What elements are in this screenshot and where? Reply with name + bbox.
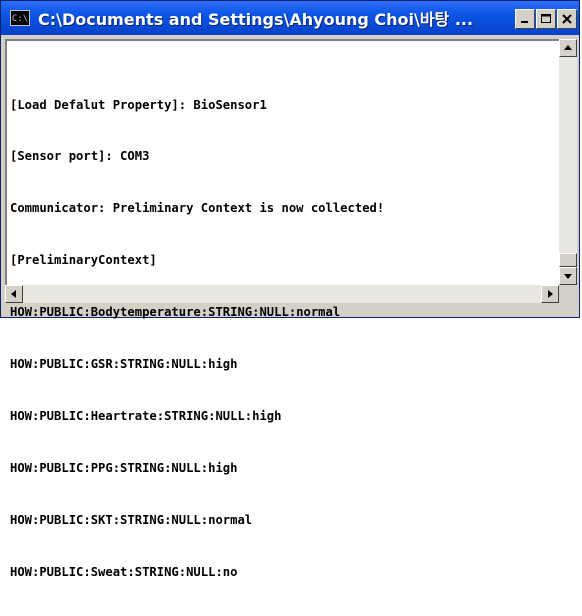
arrow-right-icon bbox=[548, 290, 553, 298]
console-line: HOW:PUBLIC:Bodytemperature:STRING:NULL:n… bbox=[10, 305, 341, 320]
console-line: HOW:PUBLIC:SKT:STRING:NULL:normal bbox=[10, 512, 253, 527]
console-line: HOW:PUBLIC:PPG:STRING:NULL:high bbox=[10, 460, 238, 475]
maximize-button[interactable] bbox=[536, 9, 556, 29]
arrow-up-icon bbox=[564, 45, 572, 50]
horizontal-scrollbar[interactable] bbox=[5, 285, 559, 303]
minimize-icon bbox=[521, 21, 528, 23]
console-line: [PreliminaryContext] bbox=[10, 253, 157, 268]
close-button[interactable] bbox=[557, 9, 577, 29]
vertical-scroll-thumb[interactable] bbox=[559, 253, 577, 267]
arrow-down-icon bbox=[564, 274, 572, 279]
minimize-button[interactable] bbox=[515, 9, 535, 29]
vertical-scrollbar[interactable] bbox=[559, 39, 577, 285]
console-lines: [Load Defalut Property]: BioSensor1 [Sen… bbox=[10, 62, 384, 616]
scroll-left-button[interactable] bbox=[5, 285, 23, 303]
arrow-left-icon bbox=[11, 290, 16, 298]
console-app-icon[interactable]: C:\ bbox=[10, 10, 30, 26]
console-line: HOW:PUBLIC:GSR:STRING:NULL:high bbox=[10, 357, 238, 372]
scrollbar-corner bbox=[559, 285, 577, 303]
console-line: Communicator: Preliminary Context is now… bbox=[10, 201, 385, 216]
console-output[interactable]: [Load Defalut Property]: BioSensor1 [Sen… bbox=[5, 39, 559, 579]
scroll-up-button[interactable] bbox=[559, 39, 577, 57]
scroll-down-button[interactable] bbox=[559, 267, 577, 285]
console-line: HOW:PUBLIC:Sweat:STRING:NULL:no bbox=[10, 564, 238, 579]
console-line: [Load Defalut Property]: BioSensor1 bbox=[10, 97, 267, 112]
console-line: [Sensor port]: COM3 bbox=[10, 149, 150, 164]
close-icon bbox=[562, 14, 572, 24]
console-text-area[interactable]: [Load Defalut Property]: BioSensor1 [Sen… bbox=[5, 39, 559, 579]
title-bar[interactable]: C:\ C:\Documents and Settings\Ahyoung Ch… bbox=[1, 1, 579, 35]
scroll-right-button[interactable] bbox=[541, 285, 559, 303]
window-title: C:\Documents and Settings\Ahyoung Choi\바… bbox=[38, 10, 474, 29]
console-window: C:\ C:\Documents and Settings\Ahyoung Ch… bbox=[0, 0, 580, 579]
maximize-icon bbox=[541, 14, 551, 23]
console-line: HOW:PUBLIC:Heartrate:STRING:NULL:high bbox=[10, 408, 282, 423]
